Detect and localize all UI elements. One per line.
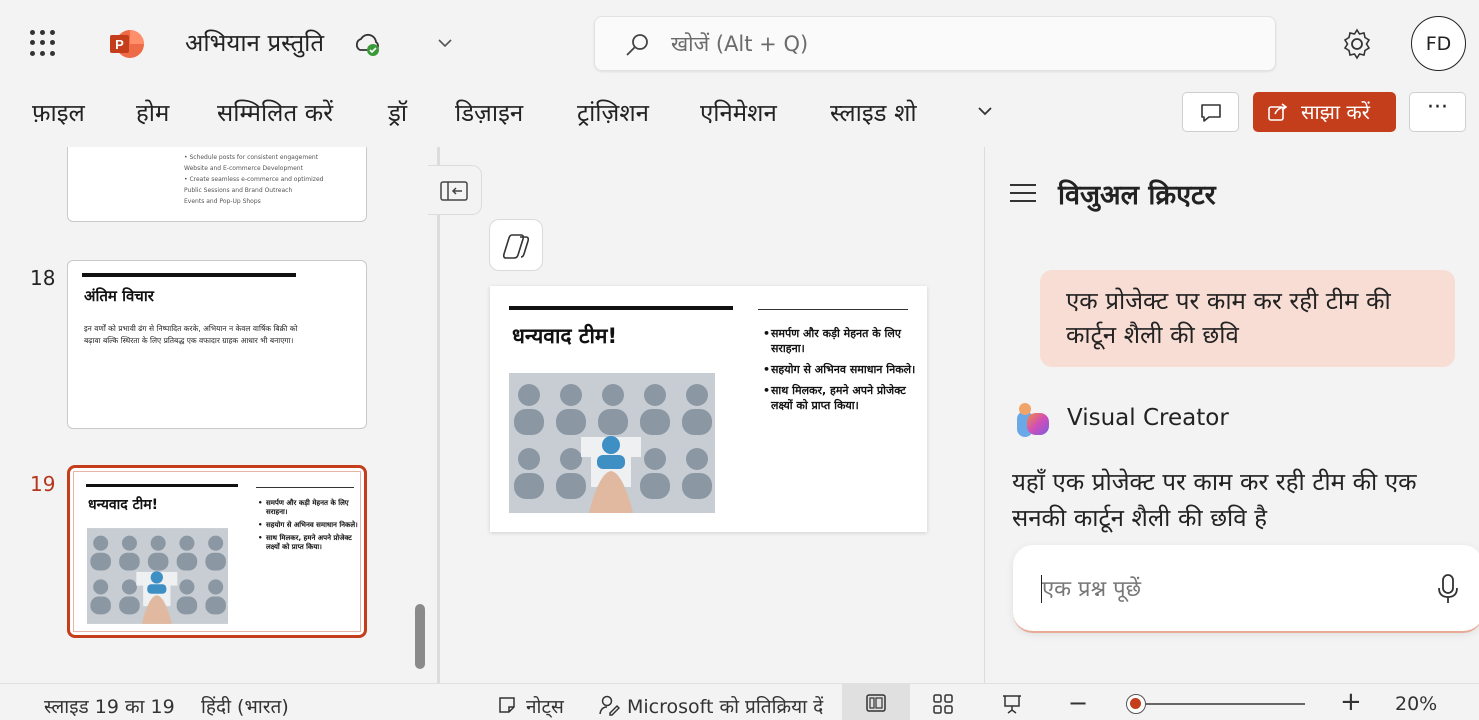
- language-indicator[interactable]: हिंदी (भारत): [201, 693, 289, 719]
- share-button-label: साझा करें: [1301, 100, 1370, 124]
- slide-thumbnail-17[interactable]: • Schedule posts for consistent engageme…: [67, 147, 367, 222]
- zoom-in-button[interactable]: +: [1340, 687, 1362, 717]
- team-puzzle-image[interactable]: [509, 373, 715, 513]
- team-puzzle-image: [87, 528, 228, 624]
- copilot-icon: [502, 234, 530, 259]
- collapse-pane-icon: [440, 181, 468, 201]
- slide-bullet: समर्पण और कड़ी मेहनत के लिए सराहना।: [763, 326, 919, 356]
- thumb-title-bar: [82, 273, 296, 277]
- slide-bullet: सहयोग से अभिनव समाधान निकले।: [763, 362, 919, 377]
- search-placeholder: खोजें (Alt + Q): [671, 32, 809, 56]
- visual-creator-icon: [1017, 403, 1049, 437]
- more-tabs-chevron-icon[interactable]: [975, 101, 995, 121]
- user-avatar[interactable]: FD: [1411, 16, 1466, 71]
- zoom-slider-track[interactable]: [1135, 703, 1305, 705]
- more-options-button[interactable]: ···: [1409, 92, 1466, 132]
- thumb-divider: [256, 487, 354, 488]
- thumb-text-line: • Create seamless e-commerce and optimiz…: [184, 176, 324, 183]
- reading-view-icon[interactable]: [1001, 693, 1023, 715]
- thumbnail-scrollbar[interactable]: [415, 604, 425, 669]
- tab-draw[interactable]: ड्रॉ: [388, 96, 407, 129]
- search-box[interactable]: खोजें (Alt + Q): [594, 16, 1276, 71]
- normal-view-button[interactable]: [842, 684, 910, 720]
- tab-home[interactable]: होम: [136, 96, 169, 129]
- normal-view-icon: [866, 694, 886, 712]
- tab-insert[interactable]: सम्मिलित करें: [217, 96, 333, 129]
- panel-divider: [984, 147, 985, 683]
- thumb-text-line: Public Sessions and Brand Outreach: [184, 187, 293, 194]
- panel-title: विजुअल क्रिएटर: [1058, 180, 1216, 211]
- notes-icon[interactable]: [497, 695, 517, 715]
- user-message-bubble: एक प्रोजेक्ट पर काम कर रही टीम की कार्टू…: [1040, 270, 1455, 367]
- notes-button[interactable]: नोट्स: [526, 693, 564, 719]
- slide-number-19: 19: [30, 472, 56, 496]
- slide-bullet: साथ मिलकर, हमने अपने प्रोजेक्ट लक्ष्यों …: [763, 383, 919, 413]
- cloud-saved-icon[interactable]: [353, 32, 383, 58]
- thumb-slide-content: धन्यवाद टीम! • समर्पण और कड़ी मेहनत के ल…: [73, 471, 361, 632]
- ask-placeholder: एक प्रश्न पूछें: [1042, 577, 1142, 602]
- collapse-thumbnails-button[interactable]: [428, 165, 482, 215]
- share-icon: [1268, 103, 1288, 121]
- feedback-button[interactable]: Microsoft को प्रतिक्रिया दें: [627, 693, 823, 719]
- zoom-out-button[interactable]: −: [1068, 689, 1088, 717]
- tab-animations[interactable]: एनिमेशन: [700, 96, 777, 129]
- bot-name: Visual Creator: [1067, 405, 1229, 431]
- bot-message: यहाँ एक प्रोजेक्ट पर काम कर रही टीम की ए…: [1012, 468, 1417, 532]
- slide-thumbnail-19-selected[interactable]: धन्यवाद टीम! • समर्पण और कड़ी मेहनत के ल…: [67, 465, 367, 638]
- microphone-icon[interactable]: [1437, 573, 1459, 605]
- thumb-title: धन्यवाद टीम!: [88, 497, 159, 513]
- slide-divider: [758, 309, 908, 310]
- comments-button[interactable]: [1182, 92, 1239, 132]
- document-title[interactable]: अभियान प्रस्तुति: [185, 26, 324, 59]
- slide-sorter-icon[interactable]: [933, 694, 953, 714]
- menu-hamburger-icon[interactable]: [1010, 184, 1036, 204]
- tab-design[interactable]: डिज़ाइन: [455, 96, 523, 129]
- slide-thumbnail-18[interactable]: अंतिम विचार इन वर्णों को प्रभावी ढंग से …: [67, 260, 367, 429]
- tab-transitions[interactable]: ट्रांज़िशन: [577, 96, 649, 129]
- thumb-text-line: Events and Pop-Up Shops: [184, 198, 261, 205]
- comment-icon: [1201, 104, 1221, 122]
- thumb-bullet-list: समर्पण और कड़ी मेहनत के लिए सराहना। सहयो…: [258, 499, 358, 552]
- powerpoint-logo-icon: P: [110, 30, 144, 58]
- ask-question-input[interactable]: एक प्रश्न पूछें: [1013, 545, 1479, 633]
- thumb-bullet: समर्पण और कड़ी मेहनत के लिए सराहना।: [258, 499, 358, 517]
- thumb-text-line: • Schedule posts for consistent engageme…: [184, 154, 319, 161]
- pane-splitter[interactable]: [437, 147, 440, 683]
- chevron-down-icon[interactable]: [436, 34, 454, 52]
- copilot-button[interactable]: [489, 219, 543, 271]
- share-button[interactable]: साझा करें: [1253, 92, 1396, 132]
- thumb-bullet: सहयोग से अभिनव समाधान निकले।: [258, 521, 358, 530]
- feedback-icon[interactable]: [598, 694, 620, 716]
- slide-title[interactable]: धन्यवाद टीम!: [512, 322, 617, 350]
- settings-gear-icon[interactable]: [1340, 27, 1374, 61]
- tab-file[interactable]: फ़ाइल: [32, 96, 85, 129]
- thumb-bullet: साथ मिलकर, हमने अपने प्रोजेक्ट लक्ष्यों …: [258, 534, 358, 552]
- svg-text:P: P: [115, 37, 124, 52]
- thumb-title: अंतिम विचार: [84, 287, 154, 305]
- slide-thumbnails-pane: • Schedule posts for consistent engageme…: [0, 147, 437, 683]
- slide-counter: स्लाइड 19 का 19: [44, 696, 175, 718]
- search-icon: [626, 34, 648, 56]
- status-bar: स्लाइड 19 का 19 हिंदी (भारत) नोट्स Micro…: [0, 683, 1479, 720]
- slide-number-18: 18: [30, 266, 56, 290]
- slide-bullet-list[interactable]: समर्पण और कड़ी मेहनत के लिए सराहना। सहयो…: [763, 326, 919, 413]
- app-launcher-icon[interactable]: [30, 30, 56, 56]
- slide-title-bar: [509, 306, 733, 310]
- thumb-text-line: Website and E-commerce Development: [184, 165, 303, 172]
- current-slide-canvas[interactable]: धन्यवाद टीम! समर्पण और कड़ी मेहनत के लिए…: [490, 286, 927, 532]
- thumb-title-bar: [86, 484, 238, 487]
- title-bar: P अभियान प्रस्तुति खोजें (Alt + Q) FD: [0, 0, 1479, 88]
- zoom-slider-thumb[interactable]: [1126, 694, 1146, 714]
- thumb-body: इन वर्णों को प्रभावी ढंग से निष्पादित कर…: [84, 324, 298, 345]
- zoom-level[interactable]: 20%: [1395, 693, 1437, 715]
- tab-slideshow[interactable]: स्लाइड शो: [830, 96, 917, 129]
